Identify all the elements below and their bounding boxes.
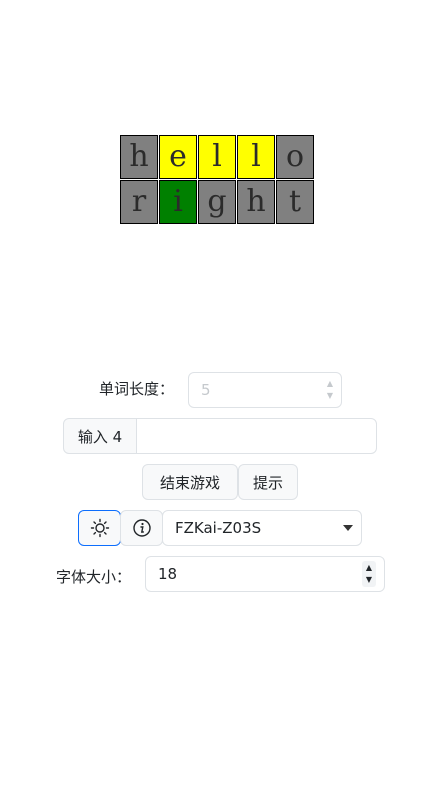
font-size-value: 18 — [158, 565, 178, 583]
letter-tile: h — [237, 180, 275, 224]
info-button[interactable] — [120, 510, 163, 546]
info-icon — [132, 519, 151, 537]
hint-button[interactable]: 提示 — [238, 464, 298, 500]
letter-tile: l — [198, 135, 236, 179]
word-length-label: 单词长度： — [99, 380, 175, 398]
letter-tile: g — [198, 180, 236, 224]
letter-tile: h — [120, 135, 158, 179]
chevron-down-icon — [343, 525, 353, 531]
end-game-button[interactable]: 结束游戏 — [142, 464, 238, 500]
font-size-spinner[interactable]: ▲ ▼ — [361, 561, 376, 587]
letter-tile: i — [159, 180, 197, 224]
game-board: h e l l o r i g h t — [120, 135, 314, 224]
guess-input[interactable] — [136, 418, 377, 454]
chevron-up-icon[interactable]: ▲ — [327, 380, 333, 388]
font-family-select[interactable]: FZKai-Z03S — [162, 510, 362, 546]
board-row: r i g h t — [120, 180, 314, 224]
letter-tile: t — [276, 180, 314, 224]
chevron-up-icon[interactable]: ▲ — [366, 564, 372, 572]
chevron-down-icon[interactable]: ▼ — [366, 576, 372, 584]
font-size-label: 字体大小： — [56, 568, 132, 586]
font-family-selected: FZKai-Z03S — [175, 519, 262, 537]
theme-toggle-button[interactable] — [78, 510, 121, 546]
sun-icon — [90, 518, 109, 538]
chevron-down-icon[interactable]: ▼ — [327, 392, 333, 400]
board-row: h e l l o — [120, 135, 314, 179]
letter-tile: l — [237, 135, 275, 179]
font-size-input[interactable]: 18 ▲ ▼ — [145, 556, 385, 592]
word-length-spinner[interactable]: ▲ ▼ — [327, 380, 333, 400]
letter-tile: o — [276, 135, 314, 179]
word-length-input[interactable]: 5 ▲ ▼ — [188, 372, 342, 408]
submit-guess-button[interactable]: 输入 4 — [63, 418, 137, 454]
letter-tile: e — [159, 135, 197, 179]
word-length-value: 5 — [201, 381, 211, 399]
letter-tile: r — [120, 180, 158, 224]
